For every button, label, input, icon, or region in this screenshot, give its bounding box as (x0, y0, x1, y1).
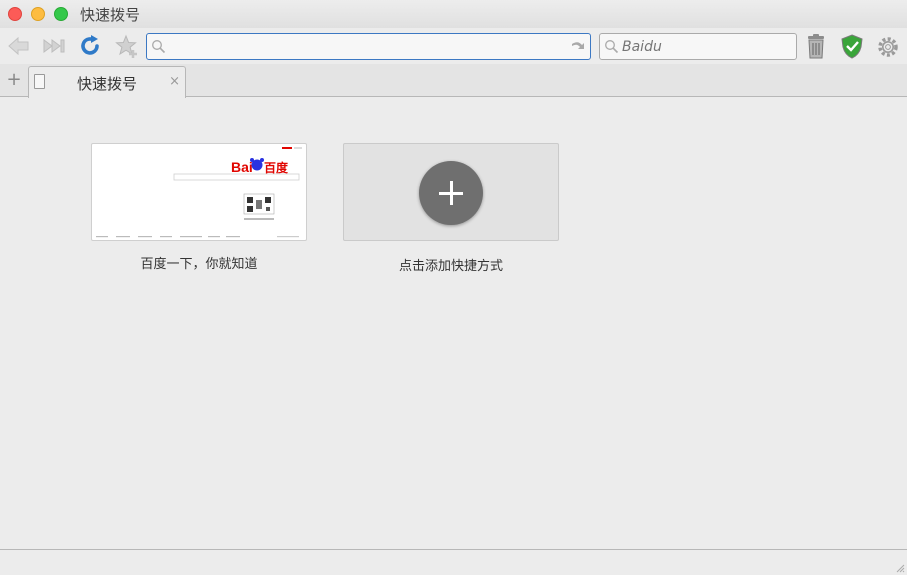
tab-bar: + 快速拨号 × (0, 64, 907, 98)
tab-speed-dial[interactable]: 快速拨号 × (28, 66, 186, 98)
title-bar: 快速拨号 (0, 0, 907, 28)
go-arrow-icon[interactable] (570, 39, 586, 54)
close-window-button[interactable] (8, 7, 22, 21)
minimize-window-button[interactable] (31, 7, 45, 21)
back-arrow-icon[interactable] (6, 33, 32, 59)
speed-dial-add[interactable] (343, 143, 559, 241)
baidu-logo-text: Bai (231, 159, 253, 175)
search-icon (152, 40, 166, 54)
speed-dial-baidu[interactable]: Bai 百度 (91, 143, 307, 241)
search-engine-bar[interactable] (599, 33, 797, 60)
new-tab-button[interactable]: + (4, 70, 24, 90)
tab-title: 快速拨号 (77, 75, 138, 93)
address-input[interactable] (169, 36, 564, 57)
speed-dial-add-label[interactable]: 点击添加快捷方式 (343, 255, 559, 274)
page-icon (34, 74, 45, 89)
status-bar (0, 549, 907, 575)
fast-forward-icon[interactable] (41, 33, 67, 59)
baidu-thumbnail: Bai 百度 (96, 147, 302, 238)
reload-icon[interactable] (77, 33, 103, 59)
star-add-icon[interactable] (114, 33, 140, 59)
shield-check-icon[interactable] (840, 34, 864, 59)
address-bar[interactable] (146, 33, 591, 60)
tab-close-button[interactable]: × (169, 74, 180, 89)
baidu-logo-chinese: 百度 (264, 160, 289, 175)
search-engine-icon[interactable] (604, 39, 619, 54)
maximize-window-button[interactable] (54, 7, 68, 21)
resize-grip-icon[interactable] (895, 563, 905, 573)
window-title: 快速拨号 (80, 6, 141, 24)
plus-icon (419, 161, 483, 225)
search-engine-input[interactable] (622, 36, 792, 57)
speed-dial-baidu-label[interactable]: 百度一下，你就知道 (91, 253, 307, 272)
gear-icon[interactable] (876, 35, 900, 59)
trash-icon[interactable] (806, 34, 826, 59)
